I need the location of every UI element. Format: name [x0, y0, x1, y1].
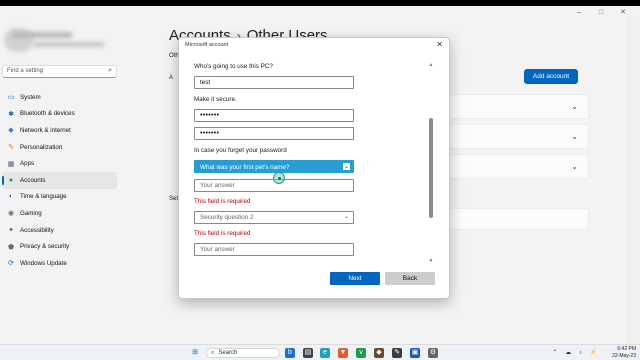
secure-label: Make it secure. — [194, 96, 237, 103]
brave-icon[interactable]: ▼ — [338, 348, 348, 358]
confirm-password-input[interactable]: ••••••• — [194, 127, 354, 140]
settings-icon[interactable]: ⚙ — [428, 348, 438, 358]
forget-password-label: In case you forget your password — [194, 147, 287, 154]
globe-clock-icon: ◐ — [8, 193, 14, 201]
password-input[interactable]: ••••••• — [194, 109, 354, 122]
settings-search-input[interactable]: Find a setting ⌕ — [2, 65, 117, 78]
sidebar-item-system[interactable]: ▭ System — [2, 89, 117, 106]
app-icon[interactable]: b — [285, 348, 295, 358]
blurred-email — [34, 42, 104, 47]
edge-icon[interactable]: e — [320, 348, 330, 358]
update-icon: ⟳ — [8, 260, 14, 268]
window-edge — [626, 16, 640, 344]
dialog-title: Microsoft account — [185, 42, 229, 48]
system-tray-icons[interactable]: ⌃ ☁ ♪ ⚡ — [553, 349, 601, 356]
minimize-button[interactable]: – — [568, 8, 590, 18]
settings-screen: – □ ✕ Find a setting ⌕ ▭ System ✱ Bluetooth… — [0, 0, 640, 360]
sidebar-nav: ▭ System ✱ Bluetooth & devices ◆ Network & in… — [2, 89, 117, 272]
security-question-2-dropdown[interactable]: Security question 2 ⌄ — [194, 211, 354, 224]
app-icon[interactable]: ◆ — [374, 348, 384, 358]
sidebar-item-apps[interactable]: ▦ Apps — [2, 155, 117, 172]
scroll-down-icon[interactable]: ▼ — [428, 258, 434, 264]
top-edge — [0, 0, 640, 6]
shield-icon: ⬟ — [7, 243, 15, 251]
chevron-down-icon: ⌄ — [571, 102, 578, 111]
sidebar-item-personalization[interactable]: ✎ Personalization — [2, 139, 117, 156]
sidebar-item-label: Bluetooth & devices — [20, 110, 75, 118]
sidebar-item-label: Time & language — [20, 193, 67, 201]
sidebar-item-label: System — [20, 93, 41, 101]
scrollbar-thumb[interactable] — [429, 118, 433, 218]
maximize-button[interactable]: □ — [590, 8, 612, 18]
sidebar-item-bluetooth-devices[interactable]: ✱ Bluetooth & devices — [2, 106, 117, 123]
search-placeholder: Find a setting — [7, 68, 44, 74]
scroll-up-icon[interactable]: ▲ — [428, 62, 434, 68]
apps-icon: ▦ — [7, 160, 15, 168]
sidebar-item-time-language[interactable]: ◐ Time & language — [2, 189, 117, 206]
search-icon: ⌕ — [108, 67, 112, 74]
person-icon: ● — [8, 176, 14, 184]
clock[interactable]: 6:42 PM 22-May-23 — [612, 346, 636, 359]
window-controls: – □ ✕ — [568, 8, 634, 18]
microsoft-account-dialog: Microsoft account ✕ Who's going to use t… — [178, 37, 450, 299]
answer-2-input[interactable]: Your answer — [194, 243, 354, 256]
file-explorer-icon[interactable]: ▤ — [303, 348, 313, 358]
clock-date: 22-May-23 — [612, 352, 636, 359]
account-card[interactable]: ⌄ — [449, 124, 589, 149]
taskbar: ⊞ ⌕ Search b ▤ e ▼ v ◆ ✎ ▣ ⚙ ⌃ ☁ ♪ ⚡ 6:42… — [0, 344, 640, 360]
close-icon[interactable]: ✕ — [436, 40, 443, 49]
mouse-cursor-highlight — [273, 172, 285, 184]
error-message: This field is required — [194, 230, 251, 237]
account-card[interactable]: ⌄ — [449, 154, 589, 179]
back-button[interactable]: Back — [385, 272, 435, 285]
taskbar-search-label: Search — [218, 350, 238, 356]
sidebar-item-label: Apps — [20, 160, 35, 168]
section-fragment: Set — [169, 196, 179, 202]
sidebar-item-label: Gaming — [20, 209, 42, 217]
username-input[interactable]: test — [194, 76, 354, 89]
sidebar-item-windows-update[interactable]: ⟳ Windows Update — [2, 255, 117, 272]
search-icon: ⌕ — [211, 350, 215, 356]
chevron-down-icon: ⌄ — [343, 214, 350, 220]
security-question-1-value: What was your first pet's name? — [200, 164, 290, 171]
chevron-down-icon: ⌄ — [342, 162, 351, 171]
settings-card[interactable] — [449, 208, 589, 230]
sidebar-item-label: Personalization — [20, 143, 63, 151]
dialog-scrollbar[interactable]: ▲ ▼ — [428, 62, 434, 264]
next-button[interactable]: Next — [330, 272, 380, 285]
accessibility-icon: ✦ — [8, 227, 14, 235]
start-icon[interactable]: ⊞ — [190, 348, 200, 358]
sidebar-item-label: Network & internet — [20, 126, 71, 134]
sidebar-item-label: Windows Update — [20, 259, 67, 267]
app-icon[interactable]: ✎ — [392, 348, 402, 358]
section-fragment: A — [169, 75, 174, 81]
sidebar-item-label: Accessibility — [20, 226, 54, 234]
bluetooth-icon: ✱ — [8, 110, 14, 118]
wifi-icon: ◆ — [8, 127, 14, 135]
account-card[interactable]: ⌄ — [449, 94, 589, 119]
sidebar-item-label: Privacy & security — [20, 243, 70, 251]
security-question-1-dropdown[interactable]: What was your first pet's name? ⌄ — [194, 160, 354, 173]
sidebar-item-network-internet[interactable]: ◆ Network & internet — [2, 122, 117, 139]
app-icon[interactable]: ▣ — [410, 348, 420, 358]
sidebar-item-privacy-security[interactable]: ⬟ Privacy & security — [2, 238, 117, 255]
monitor-icon: ▭ — [7, 94, 15, 102]
security-question-2-value: Security question 2 — [200, 214, 254, 221]
sidebar-item-accounts[interactable]: ● Accounts — [2, 171, 117, 189]
chevron-down-icon: ⌄ — [571, 162, 578, 171]
who-label: Who's going to use this PC? — [194, 63, 273, 70]
add-account-button[interactable]: Add account — [524, 69, 578, 84]
taskbar-search[interactable]: ⌕ Search — [206, 348, 280, 358]
vpn-icon[interactable]: v — [356, 348, 366, 358]
brush-icon: ✎ — [8, 144, 14, 152]
sidebar-item-accessibility[interactable]: ✦ Accessibility — [2, 222, 117, 239]
error-message: This field is required — [194, 198, 251, 205]
gamepad-icon: ◉ — [7, 210, 15, 218]
chevron-down-icon: ⌄ — [571, 132, 578, 141]
sidebar-item-gaming[interactable]: ◉ Gaming — [2, 205, 117, 222]
blurred-name — [12, 32, 72, 38]
blurred-user-profile — [4, 26, 114, 54]
sidebar-item-label: Accounts — [20, 176, 46, 184]
